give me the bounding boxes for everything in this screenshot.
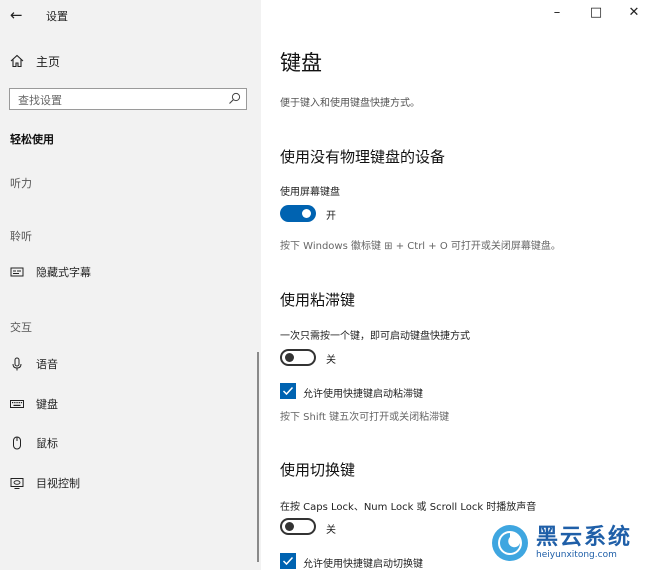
keyboard-icon [10,400,24,408]
sidebar-item-label: 目视控制 [36,477,80,490]
page-title: 键盘 [280,51,322,75]
watermark-logo-icon [492,525,528,561]
sidebar-item-label: 鼠标 [36,437,58,450]
captions-icon [10,267,24,277]
group-label-hearing: 听力 [10,177,32,190]
sidebar-item-label: 键盘 [36,398,58,411]
checkmark-icon [282,386,294,396]
sidebar-item-keyboard[interactable]: 键盘 [10,394,240,414]
toggle-keys-state: 关 [326,525,336,536]
group-label-interaction: 交互 [10,321,32,334]
sticky-shortcut-checkbox[interactable] [280,383,296,399]
toggle-keys-setting-label: 在按 Caps Lock、Num Lock 或 Scroll Lock 时播放声… [280,502,537,513]
sidebar-item-mouse[interactable]: 鼠标 [10,433,240,453]
checkmark-icon [282,556,294,566]
section-title-sticky-keys: 使用粘滞键 [280,291,356,309]
category-title: 轻松使用 [10,133,54,146]
section-title-osk: 使用没有物理键盘的设备 [280,148,446,166]
search-icon[interactable] [228,92,241,105]
watermark-name: 黑云系统 [536,524,633,550]
titlebar-left: ← 设置 [0,0,261,30]
sidebar-item-label: 主页 [36,54,61,69]
sticky-keys-toggle[interactable] [280,349,316,366]
app-title: 设置 [46,10,68,23]
sticky-hint: 按下 Shift 键五次可打开或关闭粘滞键 [280,412,450,423]
sticky-toggle-state: 关 [326,355,336,366]
section-title-toggle-keys: 使用切换键 [280,461,356,479]
osk-setting-label: 使用屏幕键盘 [280,187,340,198]
close-button[interactable]: ✕ [624,5,644,20]
sidebar-item-captions[interactable]: 隐藏式字幕 [10,262,240,282]
back-arrow-icon[interactable]: ← [10,6,23,24]
sidebar-item-speech[interactable]: 语音 [10,354,240,374]
sidebar-item-label: 隐藏式字幕 [36,266,91,279]
sidebar: ← 设置 主页 轻松使用 听力 聆听 隐藏式字幕 交互 语音 [0,0,261,570]
page-description: 便于键入和使用键盘快捷方式。 [280,98,420,109]
search-input[interactable] [10,90,210,111]
main-pane: – □ ✕ 键盘 便于键入和使用键盘快捷方式。 使用没有物理键盘的设备 使用屏幕… [261,0,654,570]
minimize-button[interactable]: – [547,5,567,20]
osk-hint: 按下 Windows 徽标键 ⊞ + Ctrl + O 可打开或关闭屏幕键盘。 [280,241,561,252]
group-label-listening: 聆听 [10,230,32,243]
toggle-keys-toggle[interactable] [280,518,316,535]
toggle-knob [302,209,311,218]
sticky-shortcut-label: 允许使用快捷键启动粘滞键 [303,389,423,400]
sidebar-item-eye-control[interactable]: 目视控制 [10,473,240,493]
watermark-text: 黑云系统 heiyunxitong.com [536,524,633,561]
watermark-url: heiyunxitong.com [536,549,617,560]
toggle-knob [285,522,294,531]
sidebar-item-label: 语音 [36,358,58,371]
osk-toggle-state: 开 [326,211,336,222]
mouse-icon [13,436,21,450]
search-box[interactable] [9,88,247,111]
microphone-icon [12,357,22,371]
osk-toggle[interactable] [280,205,316,222]
sticky-setting-label: 一次只需按一个键，即可启动键盘快捷方式 [280,331,470,342]
maximize-button[interactable]: □ [586,5,606,20]
toggle-keys-shortcut-checkbox[interactable] [280,553,296,569]
toggle-knob [285,353,294,362]
sidebar-scrollbar[interactable] [257,352,259,562]
sidebar-item-home[interactable]: 主页 [10,51,60,71]
home-icon [10,54,24,68]
eye-control-icon [10,478,24,489]
watermark: 黑云系统 heiyunxitong.com [490,523,632,563]
toggle-keys-shortcut-label: 允许使用快捷键启动切换键 [303,559,423,570]
